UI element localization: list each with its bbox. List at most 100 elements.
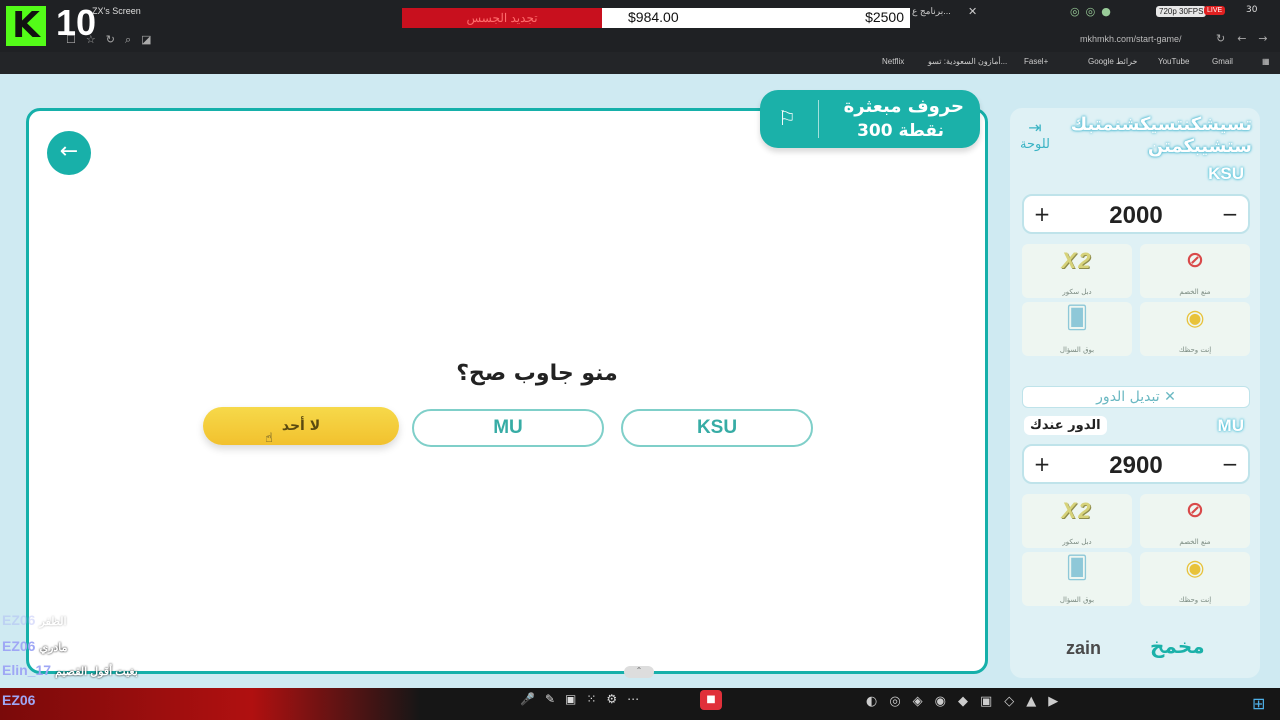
cards-icon: 🂠 <box>1065 556 1089 581</box>
hand-cursor-icon: ☝ <box>265 431 273 446</box>
browser-tab-title[interactable]: ZX's Screen <box>92 6 141 16</box>
chat-text: مادري <box>39 642 68 654</box>
team1-block-opponent-card[interactable]: ⊘ منع الخصم <box>1140 244 1250 298</box>
donation-progress: $984.00 $2500 <box>602 8 910 28</box>
live-badge: LIVE <box>1204 6 1226 15</box>
team2-double-score-card[interactable]: X2 دبل سكور <box>1022 494 1132 548</box>
team1-name: KSU <box>1208 164 1244 183</box>
donation-label: تجديد الجسس <box>402 8 602 28</box>
team1-call-card[interactable]: 🂠 بوق السؤال <box>1022 302 1132 356</box>
x2-icon: X2 <box>1061 498 1093 523</box>
answer-nobody-button[interactable]: لا أحد <box>203 407 399 445</box>
resolution-badge: 720p 30FPS <box>1156 6 1207 17</box>
helper-label: بوق السؤال <box>1059 346 1095 354</box>
helper-label: منع الخصم <box>1179 288 1211 296</box>
x2-icon: X2 <box>1061 248 1093 273</box>
category-name: حروف مبعثرة <box>843 96 964 117</box>
helper-label: دبل سكور <box>1062 538 1092 546</box>
team2-minus-icon[interactable]: − <box>1220 452 1240 476</box>
team1-spin-card[interactable]: ◉ إنت وحظك <box>1140 302 1250 356</box>
team1-helpers: X2 دبل سكور ⊘ منع الخصم 🂠 بوق السؤال ◉ إ… <box>1022 244 1250 356</box>
browser-top-bar: K 10 ZX's Screen تجديد الجسس $984.00 $25… <box>0 0 1280 52</box>
team1-score: 2000 <box>1109 202 1163 229</box>
chat-username: EZ06 <box>2 612 36 628</box>
game-name: تسيشكنتسيكشنمتبك ستشيبكمتن <box>1070 114 1252 157</box>
collapse-chevron-icon[interactable]: ⌃ <box>624 666 654 678</box>
helper-label: دبل سكور <box>1062 288 1092 296</box>
meeting-controls[interactable]: 🎤✎▣⁙⚙⋯ <box>520 692 649 706</box>
divider <box>818 100 819 138</box>
team1-minus-icon[interactable]: − <box>1220 202 1240 226</box>
apps-grid-icon[interactable]: ▦ <box>1262 57 1270 66</box>
category-points: 300 نقطة <box>857 121 944 141</box>
scoreboard-panel: ⇥ للوحة تسيشكنتسيكشنمتبك ستشيبكمتن KSU +… <box>1010 108 1260 678</box>
viewer-count: 30 <box>1246 5 1258 15</box>
chat-username: EZ06 <box>2 638 36 654</box>
bookmark-youtube[interactable]: YouTube <box>1158 57 1189 66</box>
extension-icons[interactable]: ◎◎● <box>1070 5 1117 18</box>
flag-icon[interactable]: ⚐ <box>778 106 796 130</box>
chat-message: Elin_17 بغيت أقول القصيم <box>2 662 138 678</box>
chat-username: EZ06 <box>2 692 36 708</box>
helper-label: إنت وحظك <box>1178 346 1212 354</box>
close-tab-icon[interactable]: ✕ <box>968 5 977 18</box>
browser-tab-program[interactable]: برنامج ع... <box>912 6 951 17</box>
swap-icon: ✕ <box>1164 389 1176 405</box>
team1-score-box: + 2000 − <box>1022 194 1250 234</box>
nav-toolbar-icons[interactable]: ☐☆↻⌕◪ <box>66 33 162 47</box>
chat-username: Elin_17 <box>2 662 52 678</box>
turn-label: الدور عندك <box>1024 416 1107 435</box>
bookmark-netflix[interactable]: Netflix <box>882 57 904 66</box>
mkhmkh-logo: مخمخ <box>1150 634 1205 658</box>
helper-label: منع الخصم <box>1179 538 1211 546</box>
stop-share-icon[interactable]: ■ <box>700 690 722 710</box>
swap-turn-label: تبديل الدور <box>1096 389 1160 405</box>
donation-current: $984.00 <box>628 9 679 25</box>
team1-double-score-card[interactable]: X2 دبل سكور <box>1022 244 1132 298</box>
chat-text: بغيت أقول القصيم <box>55 666 138 678</box>
overlay-glow <box>0 688 420 720</box>
wheel-icon: ◉ <box>1185 306 1205 331</box>
chat-message: EZ06 الظفر <box>2 612 67 628</box>
helper-label: إنت وحظك <box>1178 596 1212 604</box>
question-card: ← منو جاوب صح؟ KSU MU لا أحد ☝ <box>26 108 988 674</box>
team2-helpers: X2 دبل سكور ⊘ منع الخصم 🂠 بوق السؤال ◉ إ… <box>1022 494 1250 606</box>
board-link-label: للوحة <box>1020 137 1050 152</box>
no-entry-icon: ⊘ <box>1185 498 1205 523</box>
swap-turn-button[interactable]: تبديل الدور ✕ <box>1022 386 1250 408</box>
wheel-icon: ◉ <box>1185 556 1205 581</box>
answer-team2-button[interactable]: MU <box>412 409 604 447</box>
cards-icon: 🂠 <box>1065 306 1089 331</box>
team2-name: MU <box>1217 416 1244 435</box>
bookmark-gmail[interactable]: Gmail <box>1212 57 1233 66</box>
team2-score: 2900 <box>1109 452 1163 479</box>
reload-back-forward-icons[interactable]: ↻←→ <box>1216 32 1280 45</box>
chat-message: EZ06 مادري <box>2 638 68 654</box>
back-arrow-icon[interactable]: ← <box>47 131 91 175</box>
team2-spin-card[interactable]: ◉ إنت وحظك <box>1140 552 1250 606</box>
donation-target: $2500 <box>865 9 904 25</box>
team2-block-opponent-card[interactable]: ⊘ منع الخصم <box>1140 494 1250 548</box>
team2-call-card[interactable]: 🂠 بوق السؤال <box>1022 552 1132 606</box>
question-label: منو جاوب صح؟ <box>456 361 618 386</box>
board-link[interactable]: ⇥ للوحة <box>1020 118 1050 152</box>
team2-score-box: + 2900 − <box>1022 444 1250 484</box>
answer-team1-button[interactable]: KSU <box>621 409 813 447</box>
helper-label: بوق السؤال <box>1059 596 1095 604</box>
exit-to-board-icon: ⇥ <box>1028 118 1042 137</box>
donation-goal-bar: تجديد الجسس $984.00 $2500 <box>402 8 910 28</box>
chat-text: الظفر <box>39 616 67 628</box>
bookmark-fasel[interactable]: Fasel+ <box>1024 57 1048 66</box>
address-bar[interactable]: mkhmkh.com/start-game/ <box>1080 34 1182 44</box>
windows-start-icon[interactable]: ⊞ <box>1252 694 1265 713</box>
sponsor-zain: zain <box>1066 638 1102 658</box>
bookmarks-bar: Netflix أمازون السعودية: تسو... Fasel+ G… <box>0 52 1280 74</box>
chat-message: EZ06 <box>2 692 39 708</box>
no-entry-icon: ⊘ <box>1185 248 1205 273</box>
bookmark-maps[interactable]: Google خرائط <box>1088 57 1137 66</box>
kick-logo: K <box>6 6 46 46</box>
question-text: منو جاوب صح؟ <box>29 361 989 386</box>
taskbar-app-icons[interactable]: ◐◎◈◉◆▣◇▲▶ <box>866 694 1070 709</box>
category-tag: ⚐ حروف مبعثرة 300 نقطة <box>760 90 980 148</box>
bookmark-amazon[interactable]: أمازون السعودية: تسو... <box>928 57 1007 66</box>
